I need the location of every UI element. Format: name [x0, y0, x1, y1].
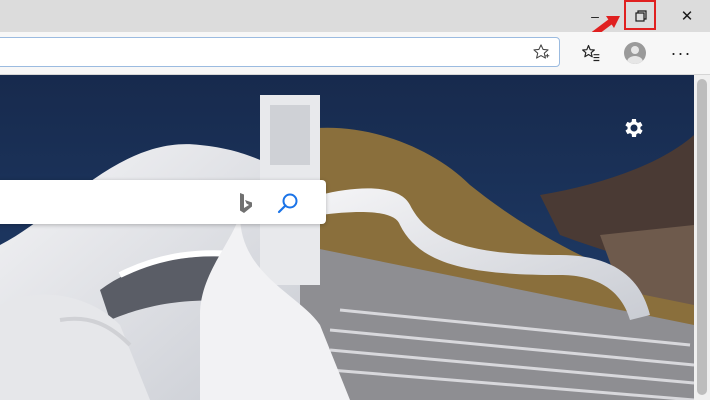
address-bar[interactable]: [0, 37, 560, 68]
add-favorite-button[interactable]: [531, 42, 551, 62]
title-bar: – ✕: [0, 0, 710, 37]
address-input[interactable]: [5, 38, 509, 68]
new-tab-page: [0, 75, 694, 400]
close-icon: ✕: [680, 8, 694, 25]
background-image: [0, 75, 694, 400]
favorites-list-icon: [582, 44, 600, 62]
search-icon: [277, 193, 298, 214]
more-icon: ···: [670, 42, 692, 63]
profile-button[interactable]: [620, 38, 650, 68]
close-button[interactable]: ✕: [664, 0, 710, 32]
search-button[interactable]: [276, 191, 300, 215]
web-search-box[interactable]: [0, 180, 326, 226]
favorites-button[interactable]: [576, 38, 606, 68]
star-icon: [533, 44, 550, 59]
highlight-box: [624, 0, 656, 30]
scrollbar-thumb[interactable]: [697, 79, 707, 395]
profile-avatar-icon: [624, 42, 646, 64]
settings-and-more-button[interactable]: ···: [666, 38, 696, 68]
browser-toolbar: ···: [0, 32, 710, 75]
search-input[interactable]: [4, 180, 218, 226]
vertical-scrollbar[interactable]: [694, 75, 710, 400]
bing-logo-icon: [240, 193, 252, 213]
gear-icon: [625, 119, 643, 137]
page-settings-button[interactable]: [620, 115, 646, 141]
